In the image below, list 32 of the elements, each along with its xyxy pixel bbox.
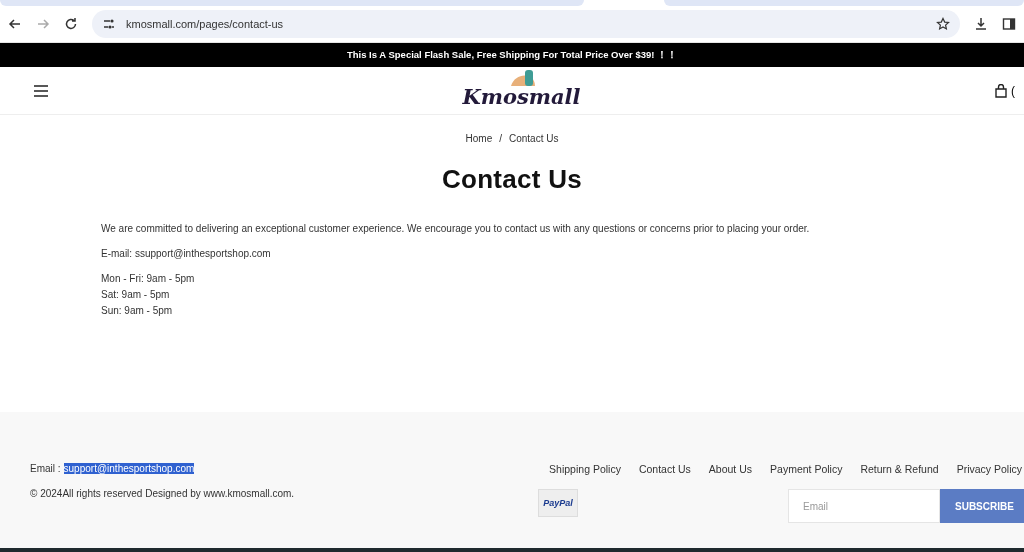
footer-link[interactable]: Payment Policy [770, 463, 843, 475]
paypal-badge: PayPal [538, 489, 578, 517]
site-settings-icon[interactable] [102, 17, 116, 31]
email-field[interactable]: Email [788, 489, 940, 523]
breadcrumb-link[interactable]: Contact Us [509, 133, 559, 144]
paragraph: E-mail: ssupport@inthesportshop.com [101, 248, 272, 259]
paragraph: We are committed to delivering an exceptional customer experience. We encourage you to contact us with any questions or concerns prior to placing your order. [101, 223, 811, 234]
download-icon[interactable] [974, 17, 988, 31]
footer-link[interactable]: Contact Us [638, 463, 691, 475]
menu-icon[interactable] [33, 83, 49, 98]
reload-icon[interactable] [64, 17, 78, 31]
side-panel-icon[interactable] [1002, 17, 1016, 31]
footer-link[interactable]: About Us [708, 463, 753, 475]
url-text: kmosmall.com/pages/contact-us [126, 18, 285, 30]
address-bar[interactable]: kmosmall.com/pages/contact-us [92, 10, 960, 38]
breadcrumb-link[interactable]: Home [465, 133, 493, 144]
page-title: Contact Us [441, 164, 583, 195]
star-icon[interactable] [936, 17, 950, 31]
footer-link[interactable]: Privacy Policy [956, 463, 1022, 475]
breadcrumb-separator: / [499, 133, 502, 144]
email-label: Email : [30, 463, 61, 474]
email-link[interactable]: support@inthesportshop.com [63, 463, 195, 474]
announcement-bar: This Is A Special Flash Sale, Free Shipping For Total Price Over $39! ！！ [0, 43, 1024, 67]
hours-line: Mon - Fri: 9am - 5pm [101, 273, 196, 284]
hours-line: Sun: 9am - 5pm [101, 305, 174, 316]
footer-link[interactable]: Return & Refund [860, 463, 939, 475]
cart-button[interactable]: ( [994, 83, 1024, 98]
hours-line: Sat: 9am - 5pm [101, 289, 171, 300]
back-icon[interactable] [8, 17, 22, 31]
copyright-text: © 2024All rights reserved Designed by www.kmosmall.com. [30, 488, 295, 499]
subscribe-button[interactable]: SUBSCRIBE [940, 489, 1024, 523]
footer-link[interactable]: Shipping Policy [549, 463, 621, 475]
